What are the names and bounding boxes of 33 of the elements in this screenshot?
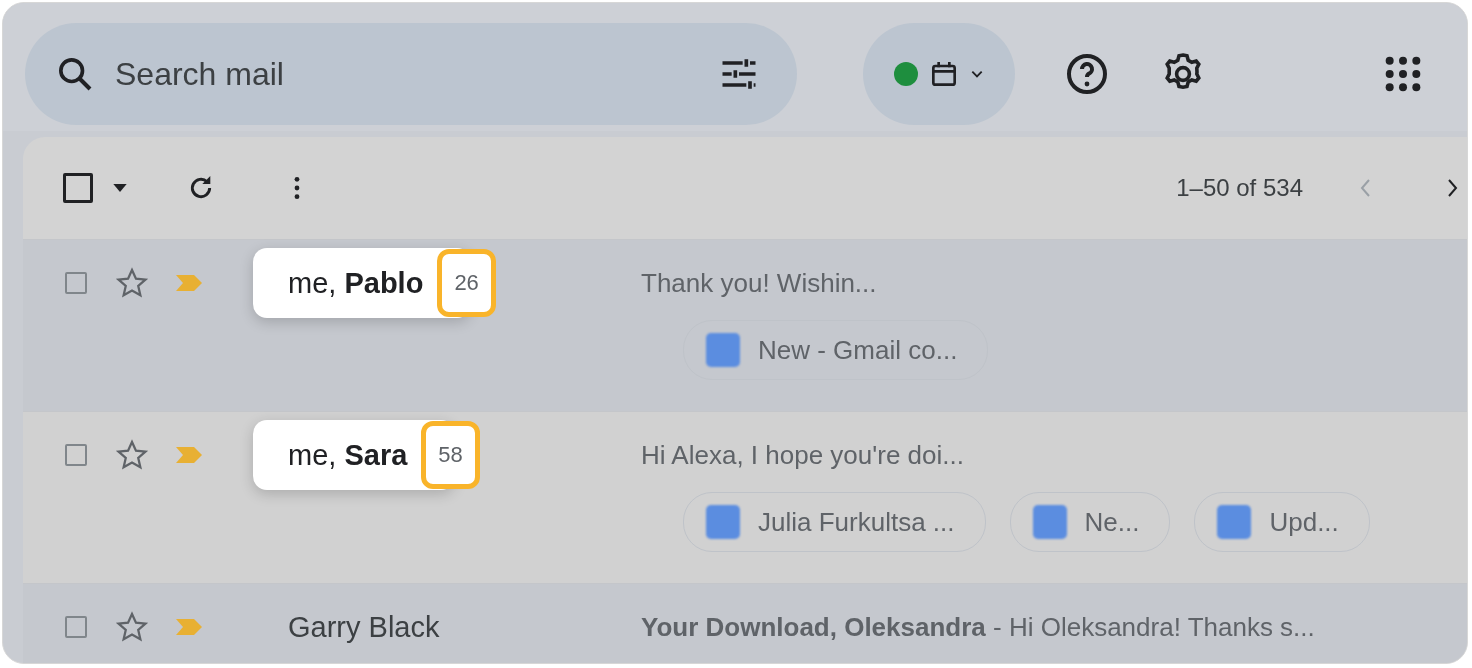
row-checkbox[interactable] — [65, 444, 87, 466]
row-checkbox[interactable] — [65, 616, 87, 638]
search-field[interactable]: Search mail — [113, 54, 717, 94]
dropdown-caret-icon[interactable] — [113, 184, 127, 192]
document-icon — [706, 505, 740, 539]
important-marker-icon[interactable] — [175, 273, 203, 293]
more-options-icon[interactable] — [293, 175, 301, 201]
email-row[interactable]: me, Pablo 26 Thank you! Wishin... New - Gmail co... — [23, 239, 1467, 411]
message-snippet: Hi Alexa, I hope you're doi... — [641, 439, 964, 471]
apps-grid-icon[interactable] — [1383, 54, 1423, 94]
star-icon[interactable] — [115, 266, 149, 300]
sender-name: Garry Black — [287, 609, 440, 645]
row-checkbox[interactable] — [65, 272, 87, 294]
email-row[interactable]: Garry Black Your Download, Oleksandra - Hi Oleksandra! Thanks s... — [23, 583, 1467, 663]
attachment-chip[interactable]: New - Gmail co... — [683, 320, 989, 380]
star-icon[interactable] — [115, 610, 149, 644]
message-snippet: Thank you! Wishin... — [641, 267, 877, 299]
important-marker-icon[interactable] — [175, 617, 203, 637]
page-range: 1–50 of 534 — [1176, 174, 1303, 202]
document-icon — [1217, 505, 1252, 539]
attachment-chip[interactable]: Julia Furkultsa ... — [683, 492, 986, 552]
attachment-chip[interactable]: Upd... — [1194, 492, 1370, 552]
message-snippet: Your Download, Oleksandra - Hi Oleksandra! Thanks s... — [641, 611, 1315, 643]
thread-count: 26 — [437, 249, 496, 317]
thread-count: 58 — [421, 421, 480, 489]
select-all-checkbox[interactable] — [63, 173, 93, 203]
attachment-chip[interactable]: Ne... — [1009, 492, 1171, 552]
important-marker-icon[interactable] — [175, 445, 203, 465]
star-icon[interactable] — [115, 438, 149, 472]
document-icon — [706, 333, 740, 367]
document-icon — [1032, 505, 1067, 539]
search-bar[interactable]: Search mail — [25, 23, 797, 125]
next-page-icon[interactable] — [1447, 178, 1459, 198]
